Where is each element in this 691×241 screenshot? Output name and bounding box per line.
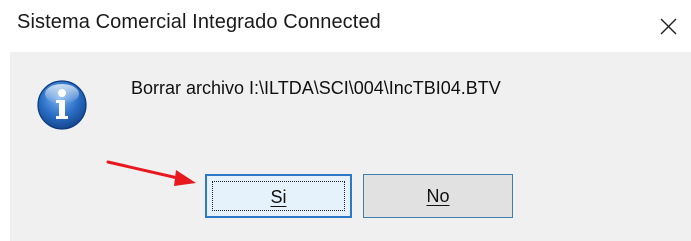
dialog-message: Borrar archivo I:\ILTDA\SCI\004\IncTBI04… [131,78,501,98]
yes-button[interactable]: Si [205,174,352,218]
title-bar[interactable]: Sistema Comercial Integrado Connected [0,0,691,52]
close-icon [660,18,677,35]
window-title: Sistema Comercial Integrado Connected [17,11,381,33]
red-arrow-annotation [106,160,196,186]
dialog-body: Borrar archivo I:\ILTDA\SCI\004\IncTBI04… [10,52,691,241]
message-dialog: Sistema Comercial Integrado Connected Bo… [0,0,691,241]
no-button-label: No [426,186,450,206]
no-button[interactable]: No [363,174,513,218]
yes-button-label: Si [270,187,287,207]
info-icon [36,79,88,131]
close-button[interactable] [648,6,688,46]
